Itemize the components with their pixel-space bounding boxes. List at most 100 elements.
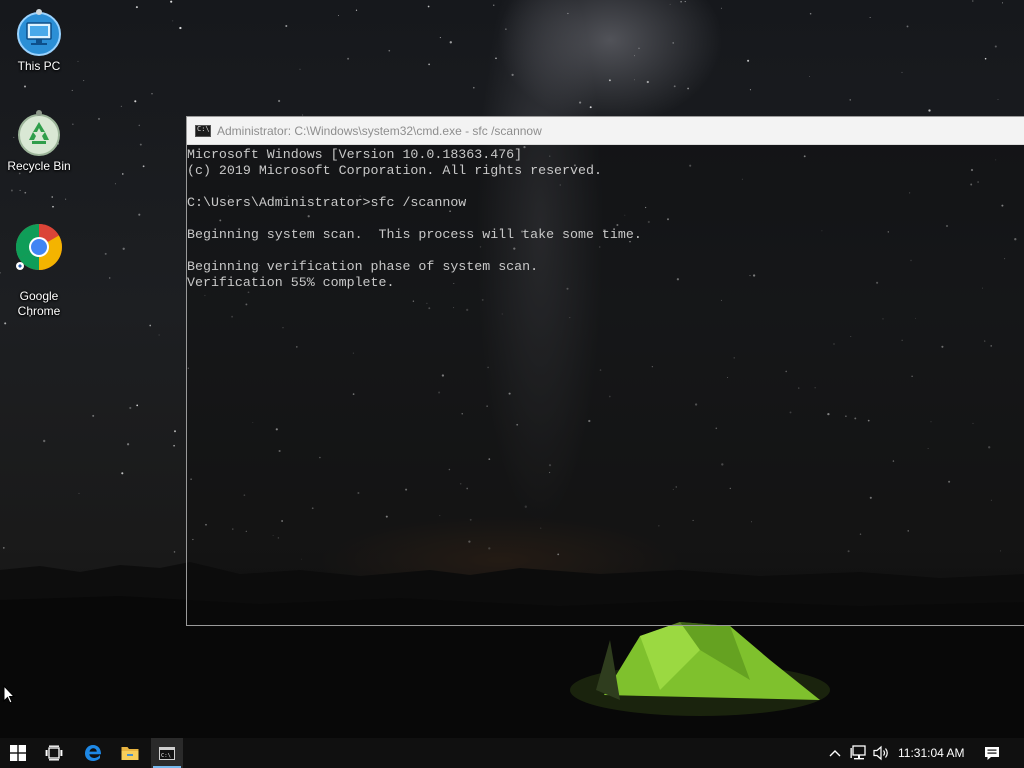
star [170,0,173,3]
recycle-bin-icon [18,110,60,156]
network-icon [850,745,866,760]
star [4,322,7,325]
desktop-icon-this-pc[interactable]: This PC [2,8,76,74]
desktop-icon-label: Recycle Bin [7,159,71,173]
desktop[interactable]: This PC Recycle Bin Google Chrome C:\ Ad… [0,0,1024,768]
star [869,16,871,18]
console-line: (c) 2019 Microsoft Corporation. All righ… [187,163,602,178]
star [10,189,13,192]
star [684,1,686,3]
start-button[interactable] [0,738,36,768]
star [906,25,909,28]
star [638,47,640,50]
star [749,89,751,91]
task-view-button[interactable] [37,738,71,768]
star [142,165,145,168]
star [511,73,514,77]
star [65,198,67,200]
star [567,12,569,15]
star [122,173,124,175]
cmd-titlebar[interactable]: Administrator: C:\Windows\system32\cmd.e… [187,117,1024,145]
star [449,41,452,44]
star [122,247,125,250]
star [43,439,46,443]
star [493,4,495,6]
star [174,430,176,433]
edge-button[interactable] [75,738,111,768]
star [71,89,73,91]
show-hidden-icons-button[interactable] [826,738,844,768]
star [135,6,138,9]
star [129,406,132,410]
console-line: C:\Users\Administrator>sfc /scannow [187,195,467,210]
star [51,196,53,198]
star [83,80,85,82]
star [299,68,301,70]
star [673,85,676,88]
desktop-icon-label: Google Chrome [17,289,61,318]
star [158,334,160,336]
star [77,60,79,62]
star [634,55,635,57]
star [149,324,152,327]
svg-text:C:\: C:\ [161,753,171,759]
star [2,547,5,549]
star [24,191,27,194]
mouse-cursor-icon [3,685,15,704]
desktop-icon-recycle-bin[interactable]: Recycle Bin [2,108,76,174]
console-line: Beginning verification phase of system s… [187,259,539,274]
star [172,20,174,22]
star [473,86,475,89]
star [134,100,137,103]
console-line: Beginning system scan. This process will… [187,227,642,242]
chrome-icon [16,224,62,270]
console-line: Microsoft Windows [Version 10.0.18363.47… [187,147,523,162]
star [428,63,430,66]
desktop-icon-google-chrome[interactable]: Google Chrome [2,208,76,319]
star [972,0,974,2]
star [720,7,722,9]
star [97,117,101,120]
cmd-window[interactable]: Administrator: C:\Windows\system32\cmd.e… [186,116,1024,626]
star [24,85,26,88]
console-line: Verification 55% complete. [187,275,395,290]
star [78,492,80,494]
volume-button[interactable] [871,738,893,768]
chevron-up-icon [829,750,841,757]
star [108,277,111,279]
star [173,444,175,447]
star [139,143,142,146]
tent-graphic [570,622,830,716]
file-explorer-button[interactable] [112,738,148,768]
taskbar-clock[interactable]: 11:31:04 AM [898,738,965,768]
star [849,99,851,101]
star [997,99,999,100]
folder-icon [121,747,139,760]
network-button[interactable] [848,738,870,768]
star [669,3,671,5]
window-title: Administrator: C:\Windows\system32\cmd.e… [217,123,542,138]
action-center-icon [985,746,999,760]
action-center-button[interactable] [978,738,1006,768]
star [680,0,682,3]
star [278,99,281,103]
windows-logo-icon [10,745,26,761]
taskbar: C:\ 11:31:04 AM [0,738,1024,768]
console-output[interactable]: Microsoft Windows [Version 10.0.18363.47… [187,145,1024,291]
star [121,472,124,475]
star [0,272,1,274]
cmd-icon: C:\ [159,746,175,760]
star [901,71,903,73]
star [285,24,288,28]
star [92,414,95,417]
star [347,57,350,60]
cmd-taskbar-button[interactable]: C:\ [151,738,183,768]
edge-icon [85,745,102,761]
star [136,404,139,407]
star [439,37,441,39]
cmd-icon [195,124,211,137]
star [179,26,182,30]
star [151,93,153,95]
